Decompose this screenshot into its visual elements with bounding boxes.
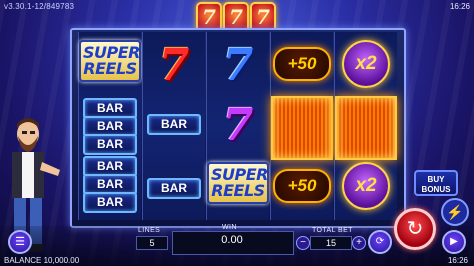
buy-bonus-line1: BUY <box>427 175 445 184</box>
autoplay-icon[interactable]: ⟳ <box>368 230 392 254</box>
x2-label: x2 <box>342 162 390 210</box>
reel-1: SUPER REELS BAR BAR BAR BAR BAR BAR <box>78 32 141 220</box>
bar-label: BAR <box>147 114 201 135</box>
bar-label: BAR <box>147 178 201 199</box>
lines-label: LINES <box>138 227 161 234</box>
win-value: 0.00 <box>221 234 243 246</box>
reel-5: x2 x2 <box>334 32 397 220</box>
symbol-bar: BAR <box>79 192 141 213</box>
symbol-empty-highlight <box>271 96 333 160</box>
total-bet-label: TOTAL BET <box>312 227 353 234</box>
spin-button[interactable]: ↻ <box>394 208 436 250</box>
total-bet-value: 15 <box>310 236 352 250</box>
menu-icon[interactable]: ☰ <box>8 230 32 254</box>
clock-bottom: 16:26 <box>447 256 468 265</box>
buy-bonus-button[interactable]: BUY BONUS <box>414 170 458 196</box>
seven-glyph: 7 <box>158 40 190 91</box>
bar-label: BAR <box>83 134 137 155</box>
version-label: v3.30.1-12/849783 <box>4 2 75 11</box>
balance-display: BALANCE 10,000.00 <box>4 256 80 265</box>
clock-top: 16:26 <box>449 2 470 11</box>
symbol-bar: BAR <box>143 114 205 135</box>
symbol-plus50: +50 <box>271 168 333 204</box>
seven-glyph: 7 <box>222 100 254 151</box>
plus50-label: +50 <box>273 47 331 81</box>
reel-3: 7 7 SUPER REELS <box>206 32 269 220</box>
symbol-empty-highlight <box>335 96 397 160</box>
bet-decrease-button[interactable]: − <box>296 236 310 250</box>
symbol-super-reels: SUPER REELS <box>207 162 269 204</box>
super-reels-line2: REELS <box>211 181 265 200</box>
lines-value: 5 <box>136 236 168 250</box>
symbol-x2: x2 <box>335 38 397 90</box>
bar-label: BAR <box>83 192 137 213</box>
symbol-seven-red: 7 <box>143 38 205 94</box>
seven-glyph: 7 <box>222 40 254 91</box>
reel-2: 7 BAR BAR <box>142 32 205 220</box>
turbo-icon[interactable]: ▶ <box>442 230 466 254</box>
lightning-icon[interactable]: ⚡ <box>441 198 469 226</box>
buy-bonus-line2: BONUS <box>421 185 451 194</box>
symbol-seven-blue: 7 <box>207 38 269 94</box>
win-label: WIN <box>222 224 237 231</box>
x2-label: x2 <box>342 40 390 88</box>
plus50-label: +50 <box>273 169 331 203</box>
symbol-seven-purple: 7 <box>207 98 269 154</box>
symbol-x2: x2 <box>335 160 397 212</box>
symbol-super-reels: SUPER REELS <box>79 40 141 82</box>
highlight-cell <box>335 96 397 160</box>
symbol-bar: BAR <box>79 134 141 155</box>
reel-4: +50 +50 <box>270 32 333 220</box>
symbol-bar: BAR <box>143 178 205 199</box>
super-reels-line2: REELS <box>83 59 137 78</box>
highlight-cell <box>271 96 333 160</box>
bet-increase-button[interactable]: + <box>352 236 366 250</box>
symbol-plus50: +50 <box>271 46 333 82</box>
